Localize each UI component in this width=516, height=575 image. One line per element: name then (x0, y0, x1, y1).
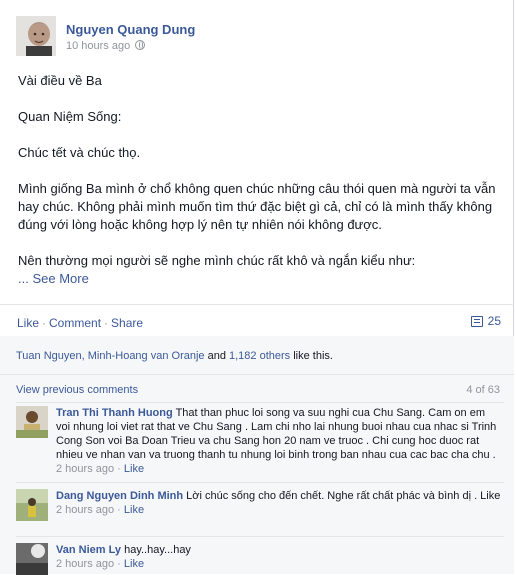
comment-separator (16, 536, 504, 537)
comment-like-link[interactable]: Like (124, 504, 144, 516)
view-previous-comments[interactable]: View previous comments (16, 384, 138, 396)
comment-meta: 2 hours ago · Like (56, 463, 145, 475)
comment-icon (470, 316, 483, 327)
commenter-avatar[interactable] (16, 406, 48, 438)
comment-time[interactable]: 2 hours ago (56, 558, 114, 570)
divider (0, 304, 514, 305)
comment-time[interactable]: 2 hours ago (56, 463, 114, 475)
post-body: Vài điều về Ba Quan Niệm Sống: Chúc tết … (18, 72, 500, 288)
post-timestamp[interactable]: 10 hours ago (66, 40, 130, 52)
comment-separator (16, 402, 504, 403)
comment-like-link[interactable]: Like (124, 558, 144, 570)
comment-link[interactable]: Comment (49, 316, 101, 330)
share-link[interactable]: Share (111, 316, 143, 330)
commenter-avatar[interactable] (16, 543, 48, 575)
comment-text: Lời chúc sống cho đến chết. Nghe rất chấ… (186, 490, 501, 502)
likers-names[interactable]: Tuan Nguyen, Minh-Hoang van Oranje (16, 350, 205, 362)
post-actions: Like · Comment · Share (17, 316, 143, 330)
author-avatar[interactable] (16, 16, 56, 56)
comment-meta: 2 hours ago · Like (56, 558, 145, 570)
post-meta: 10 hours ago (66, 40, 146, 52)
comment-body: Tran Thi Thanh Huong That than phuc loi … (56, 406, 502, 476)
likes-others-link[interactable]: 1,182 others (229, 350, 290, 362)
feedback-section: Tuan Nguyen, Minh-Hoang van Oranje and 1… (0, 336, 514, 575)
comment-separator (16, 482, 504, 483)
like-link[interactable]: Like (17, 316, 39, 330)
commenter-avatar[interactable] (16, 489, 48, 521)
comments-pager-count: 4 of 63 (466, 384, 500, 396)
comment-time[interactable]: 2 hours ago (56, 504, 114, 516)
commenter-name[interactable]: Van Niem Ly (56, 544, 121, 556)
comment-body: Van Niem Ly hay..hay...hay 2 hours ago ·… (56, 543, 502, 571)
post-paragraph: Quan Niệm Sống: (18, 109, 122, 124)
likes-suffix: like this. (290, 350, 333, 362)
likes-and: and (204, 350, 229, 362)
post-card: Nguyen Quang Dung 10 hours ago Vài điều … (0, 0, 514, 575)
comment-count-value: 25 (487, 314, 501, 328)
commenter-name[interactable]: Dang Nguyen Dinh Minh (56, 490, 183, 502)
post-paragraph: Vài điều về Ba (18, 73, 102, 88)
comment-meta: 2 hours ago · Like (56, 504, 145, 516)
likes-summary: Tuan Nguyen, Minh-Hoang van Oranje and 1… (16, 350, 333, 362)
post-paragraph: Chúc tết và chúc thọ. (18, 145, 141, 160)
post-paragraph: Nên thường mọi người sẽ nghe mình chúc r… (18, 253, 416, 268)
commenter-name[interactable]: Tran Thi Thanh Huong (56, 407, 173, 419)
separator-dot: · (104, 316, 109, 330)
comment-body: Dang Nguyen Dinh Minh Lời chúc sống cho … (56, 489, 502, 517)
author-name[interactable]: Nguyen Quang Dung (66, 22, 195, 37)
see-more-link[interactable]: ... See More (18, 270, 500, 288)
divider (0, 374, 514, 375)
post-paragraph: Mình giống Ba mình ở chổ không quen chúc… (18, 181, 496, 232)
separator-dot: · (42, 316, 47, 330)
comment-text: hay..hay...hay (124, 544, 191, 556)
comment-count[interactable]: 25 (470, 314, 501, 328)
comment-like-link[interactable]: Like (124, 463, 144, 475)
globe-icon[interactable] (135, 40, 146, 50)
